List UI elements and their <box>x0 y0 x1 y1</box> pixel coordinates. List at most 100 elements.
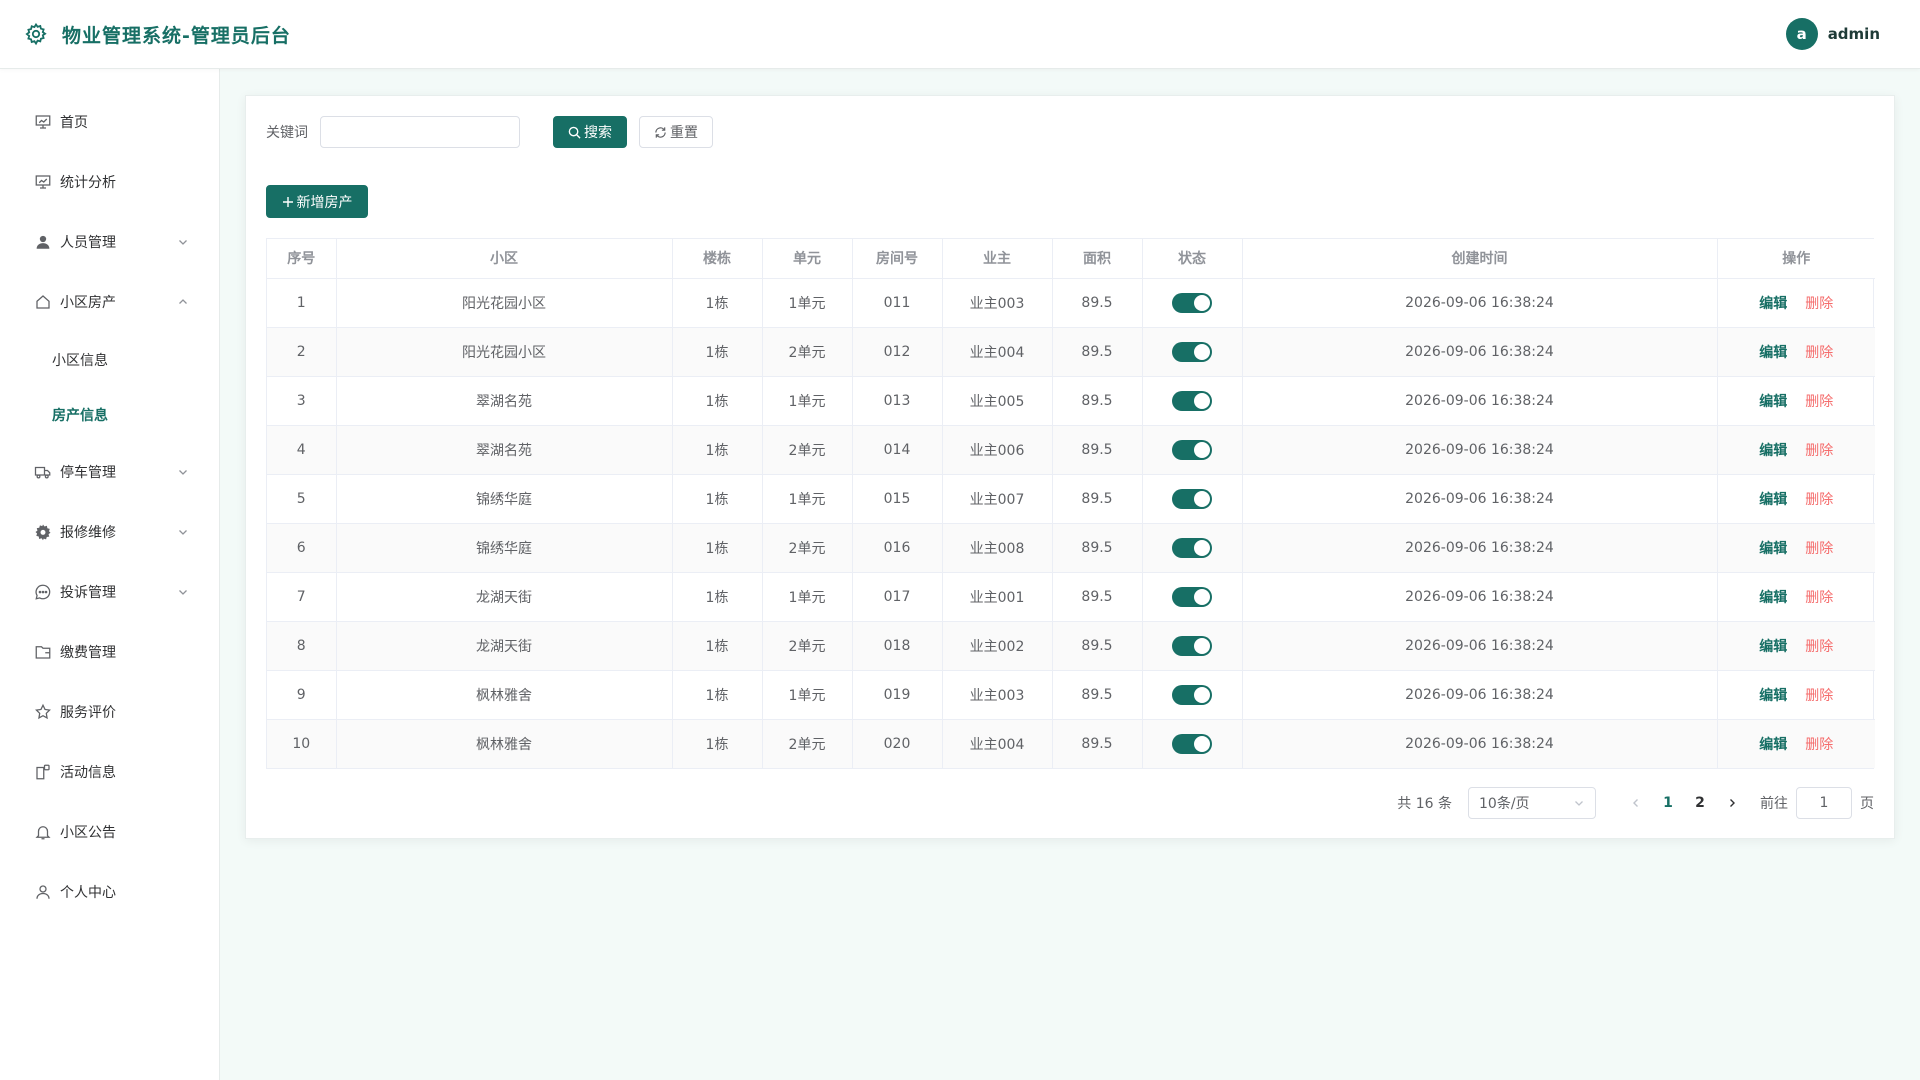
cell-created: 2026-09-06 16:38:24 <box>1242 670 1718 720</box>
cell-unit: 1单元 <box>762 572 853 622</box>
cell-status <box>1142 670 1243 720</box>
edit-button[interactable]: 编辑 <box>1759 541 1787 557</box>
sidebar-subitem-community-info[interactable]: 小区信息 <box>0 332 219 387</box>
sidebar-item-activity[interactable]: 活动信息 <box>0 742 219 802</box>
page-number-1[interactable]: 1 <box>1652 787 1684 819</box>
cell-building: 1栋 <box>672 327 763 377</box>
edit-button[interactable]: 编辑 <box>1759 737 1787 753</box>
sidebar-item-stats[interactable]: 统计分析 <box>0 152 219 212</box>
cell-actions: 编辑 删除 <box>1717 376 1875 426</box>
sidebar-subitem-label: 房产信息 <box>52 407 108 424</box>
cell-room: 018 <box>852 621 943 671</box>
page-number-2[interactable]: 2 <box>1684 787 1716 819</box>
status-switch[interactable] <box>1172 635 1212 656</box>
cell-area: 89.5 <box>1052 572 1143 622</box>
sidebar-item-estate[interactable]: 小区房产 <box>0 272 219 332</box>
delete-button[interactable]: 删除 <box>1805 688 1833 704</box>
delete-button[interactable]: 删除 <box>1805 737 1833 753</box>
search-button[interactable]: 搜索 <box>553 116 627 148</box>
delete-button[interactable]: 删除 <box>1805 345 1833 361</box>
goto-page-input[interactable] <box>1796 787 1852 819</box>
cell-owner: 业主007 <box>942 474 1053 524</box>
cell-community: 阳光花园小区 <box>336 327 673 377</box>
sidebar-item-complaint[interactable]: 投诉管理 <box>0 562 219 622</box>
cell-unit: 2单元 <box>762 523 853 573</box>
status-switch[interactable] <box>1172 390 1212 411</box>
user-menu[interactable]: a admin <box>1785 18 1880 50</box>
sidebar-item-review[interactable]: 服务评价 <box>0 682 219 742</box>
gear-icon <box>24 22 48 46</box>
reset-button[interactable]: 重置 <box>639 116 713 148</box>
delete-button[interactable]: 删除 <box>1805 492 1833 508</box>
edit-button[interactable]: 编辑 <box>1759 443 1787 459</box>
edit-button[interactable]: 编辑 <box>1759 296 1787 312</box>
cell-area: 89.5 <box>1052 719 1143 768</box>
status-switch[interactable] <box>1172 439 1212 460</box>
cell-unit: 1单元 <box>762 474 853 524</box>
status-switch[interactable] <box>1172 537 1212 558</box>
cell-status <box>1142 474 1243 524</box>
page-size-select[interactable]: 10条/页 <box>1468 787 1596 819</box>
sidebar-item-home[interactable]: 首页 <box>0 92 219 152</box>
sidebar-item-people[interactable]: 人员管理 <box>0 212 219 272</box>
status-switch[interactable] <box>1172 341 1212 362</box>
edit-button[interactable]: 编辑 <box>1759 688 1787 704</box>
table-row: 10 枫林雅舍 1栋 2单元 020 业主004 89.5 2026-09-06… <box>267 719 1875 768</box>
switch-knob <box>1194 490 1210 507</box>
status-switch[interactable] <box>1172 684 1212 705</box>
cell-index: 7 <box>267 572 337 622</box>
cell-building: 1栋 <box>672 376 763 426</box>
status-switch[interactable] <box>1172 292 1212 313</box>
delete-button[interactable]: 删除 <box>1805 590 1833 606</box>
cell-area: 89.5 <box>1052 278 1143 328</box>
edit-button[interactable]: 编辑 <box>1759 394 1787 410</box>
column-header-community: 小区 <box>336 239 673 279</box>
edit-button[interactable]: 编辑 <box>1759 590 1787 606</box>
delete-button[interactable]: 删除 <box>1805 541 1833 557</box>
cell-index: 10 <box>267 719 337 768</box>
keyword-input[interactable] <box>320 116 520 148</box>
edit-button[interactable]: 编辑 <box>1759 639 1787 655</box>
cell-owner: 业主001 <box>942 572 1053 622</box>
table-row: 7 龙湖天街 1栋 1单元 017 业主001 89.5 2026-09-06 … <box>267 572 1875 622</box>
sidebar-item-notice[interactable]: 小区公告 <box>0 802 219 862</box>
cell-community: 枫林雅舍 <box>336 670 673 720</box>
sidebar-item-label: 统计分析 <box>60 175 116 191</box>
username[interactable]: admin <box>1828 25 1880 43</box>
cell-room: 016 <box>852 523 943 573</box>
presentation-chart-icon <box>34 173 52 191</box>
status-switch[interactable] <box>1172 488 1212 509</box>
edit-button[interactable]: 编辑 <box>1759 345 1787 361</box>
delete-button[interactable]: 删除 <box>1805 296 1833 312</box>
next-page-button[interactable] <box>1716 787 1748 819</box>
gear-icon <box>34 523 52 541</box>
chevron-down-icon <box>177 526 189 538</box>
table-row: 9 枫林雅舍 1栋 1单元 019 业主003 89.5 2026-09-06 … <box>267 670 1875 720</box>
cell-owner: 业主005 <box>942 376 1053 426</box>
status-switch[interactable] <box>1172 586 1212 607</box>
column-header-area: 面积 <box>1052 239 1143 279</box>
delete-button[interactable]: 删除 <box>1805 394 1833 410</box>
delete-button[interactable]: 删除 <box>1805 639 1833 655</box>
sidebar-item-parking[interactable]: 停车管理 <box>0 442 219 502</box>
status-switch[interactable] <box>1172 733 1212 754</box>
goto-suffix: 页 <box>1860 796 1874 812</box>
cell-room: 012 <box>852 327 943 377</box>
sidebar-item-repair[interactable]: 报修维修 <box>0 502 219 562</box>
keyword-label: 关键词 <box>266 125 308 141</box>
cell-room: 011 <box>852 278 943 328</box>
cell-unit: 2单元 <box>762 327 853 377</box>
cell-index: 5 <box>267 474 337 524</box>
property-list-card: 关键词 搜索 重置 新增房产 序号 小区 楼栋 单元 房间号 业主 面积 状态 … <box>245 95 1895 839</box>
star-icon <box>34 703 52 721</box>
sidebar-item-payment[interactable]: 缴费管理 <box>0 622 219 682</box>
delete-button[interactable]: 删除 <box>1805 443 1833 459</box>
prev-page-button[interactable] <box>1620 787 1652 819</box>
avatar[interactable]: a <box>1785 18 1818 50</box>
cell-area: 89.5 <box>1052 425 1143 475</box>
chevron-up-icon <box>177 296 189 308</box>
edit-button[interactable]: 编辑 <box>1759 492 1787 508</box>
sidebar-subitem-property-info[interactable]: 房产信息 <box>0 387 219 442</box>
sidebar-item-profile[interactable]: 个人中心 <box>0 862 219 922</box>
add-property-button[interactable]: 新增房产 <box>266 185 368 218</box>
